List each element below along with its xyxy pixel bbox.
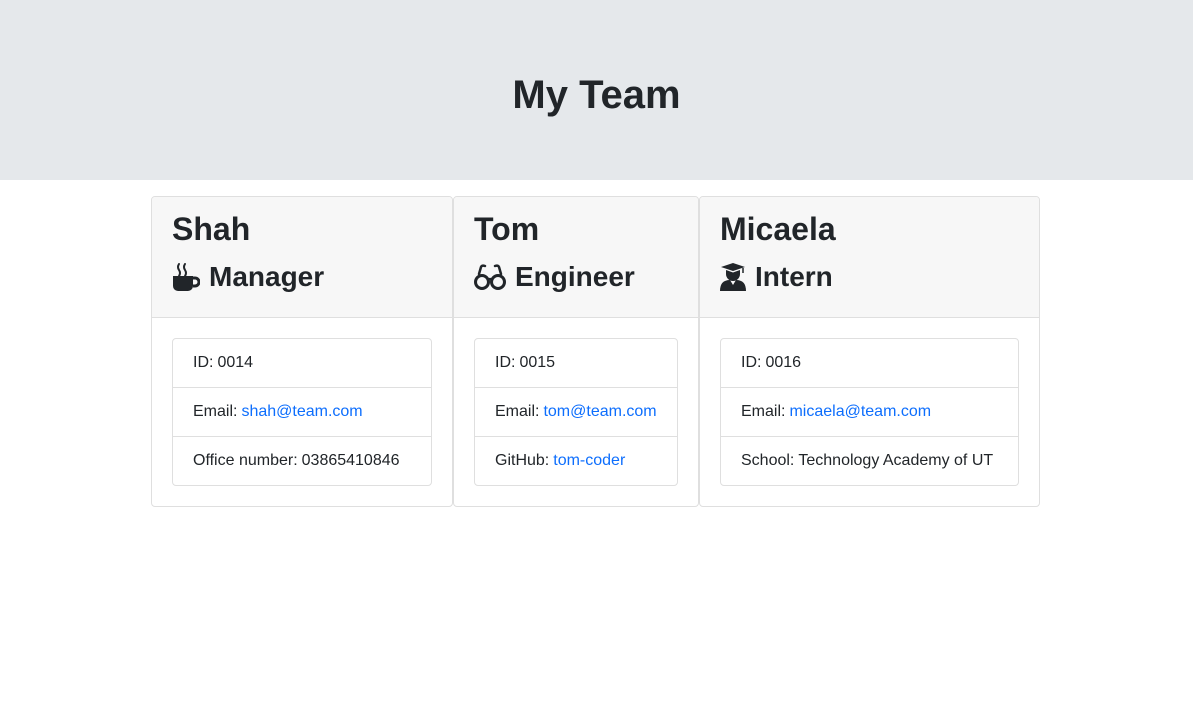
id-row: ID: 0016: [721, 339, 1018, 388]
email-label: Email:: [495, 403, 540, 420]
employee-card-manager: Shah Manager ID: 0014 Email: shah@team.c…: [151, 196, 453, 507]
office-number-label: Office number:: [193, 452, 298, 469]
email-label: Email:: [193, 403, 238, 420]
id-value: 0016: [765, 354, 802, 371]
school-label: School:: [741, 452, 795, 469]
school-row: School: Technology Academy of UT: [721, 437, 1018, 485]
card-header: Micaela Intern: [700, 197, 1039, 318]
id-value: 0015: [519, 354, 556, 371]
email-link[interactable]: shah@team.com: [241, 403, 362, 421]
github-row: GitHub: tom-coder: [475, 437, 677, 485]
employee-card-engineer: Tom Engineer ID: 0015 Email: tom@team.co…: [453, 196, 699, 507]
employee-role: Manager: [172, 257, 432, 297]
email-row: Email: shah@team.com: [173, 388, 431, 437]
card-body: ID: 0014 Email: shah@team.com Office num…: [152, 318, 452, 506]
id-row: ID: 0015: [475, 339, 677, 388]
office-number-value: 03865410846: [301, 452, 400, 469]
employee-name: Shah: [172, 211, 251, 247]
info-list: ID: 0016 Email: micaela@team.com School:…: [720, 338, 1019, 486]
employee-card-intern: Micaela Intern ID: 0016 Email: micaela@t…: [699, 196, 1040, 507]
employee-role: Engineer: [474, 257, 678, 297]
id-value: 0014: [217, 354, 254, 371]
email-link[interactable]: micaela@team.com: [789, 403, 931, 421]
role-label: Engineer: [515, 261, 635, 292]
glasses-icon: [474, 262, 506, 292]
github-label: GitHub:: [495, 452, 550, 469]
id-label: ID:: [495, 354, 516, 371]
graduate-icon: [720, 262, 746, 292]
card-header: Shah Manager: [152, 197, 452, 318]
email-link[interactable]: tom@team.com: [543, 403, 656, 421]
email-row: Email: micaela@team.com: [721, 388, 1018, 437]
coffee-mug-icon: [172, 262, 200, 292]
team-cards: Shah Manager ID: 0014 Email: shah@team.c…: [151, 196, 1040, 507]
id-label: ID:: [741, 354, 762, 371]
office-number-row: Office number: 03865410846: [173, 437, 431, 485]
role-label: Manager: [209, 261, 325, 292]
card-header: Tom Engineer: [454, 197, 698, 318]
info-list: ID: 0015 Email: tom@team.com GitHub: tom…: [474, 338, 678, 486]
github-link[interactable]: tom-coder: [553, 452, 625, 470]
page-title: My Team: [512, 73, 681, 117]
page-header: My Team: [0, 0, 1193, 180]
id-label: ID:: [193, 354, 214, 371]
employee-name: Tom: [474, 211, 540, 247]
school-value: Technology Academy of UT: [798, 452, 994, 469]
email-row: Email: tom@team.com: [475, 388, 677, 437]
employee-role: Intern: [720, 257, 1019, 297]
employee-name: Micaela: [720, 211, 836, 247]
email-label: Email:: [741, 403, 786, 420]
card-body: ID: 0016 Email: micaela@team.com School:…: [700, 318, 1039, 506]
role-label: Intern: [755, 261, 833, 292]
info-list: ID: 0014 Email: shah@team.com Office num…: [172, 338, 432, 486]
id-row: ID: 0014: [173, 339, 431, 388]
card-body: ID: 0015 Email: tom@team.com GitHub: tom…: [454, 318, 698, 506]
